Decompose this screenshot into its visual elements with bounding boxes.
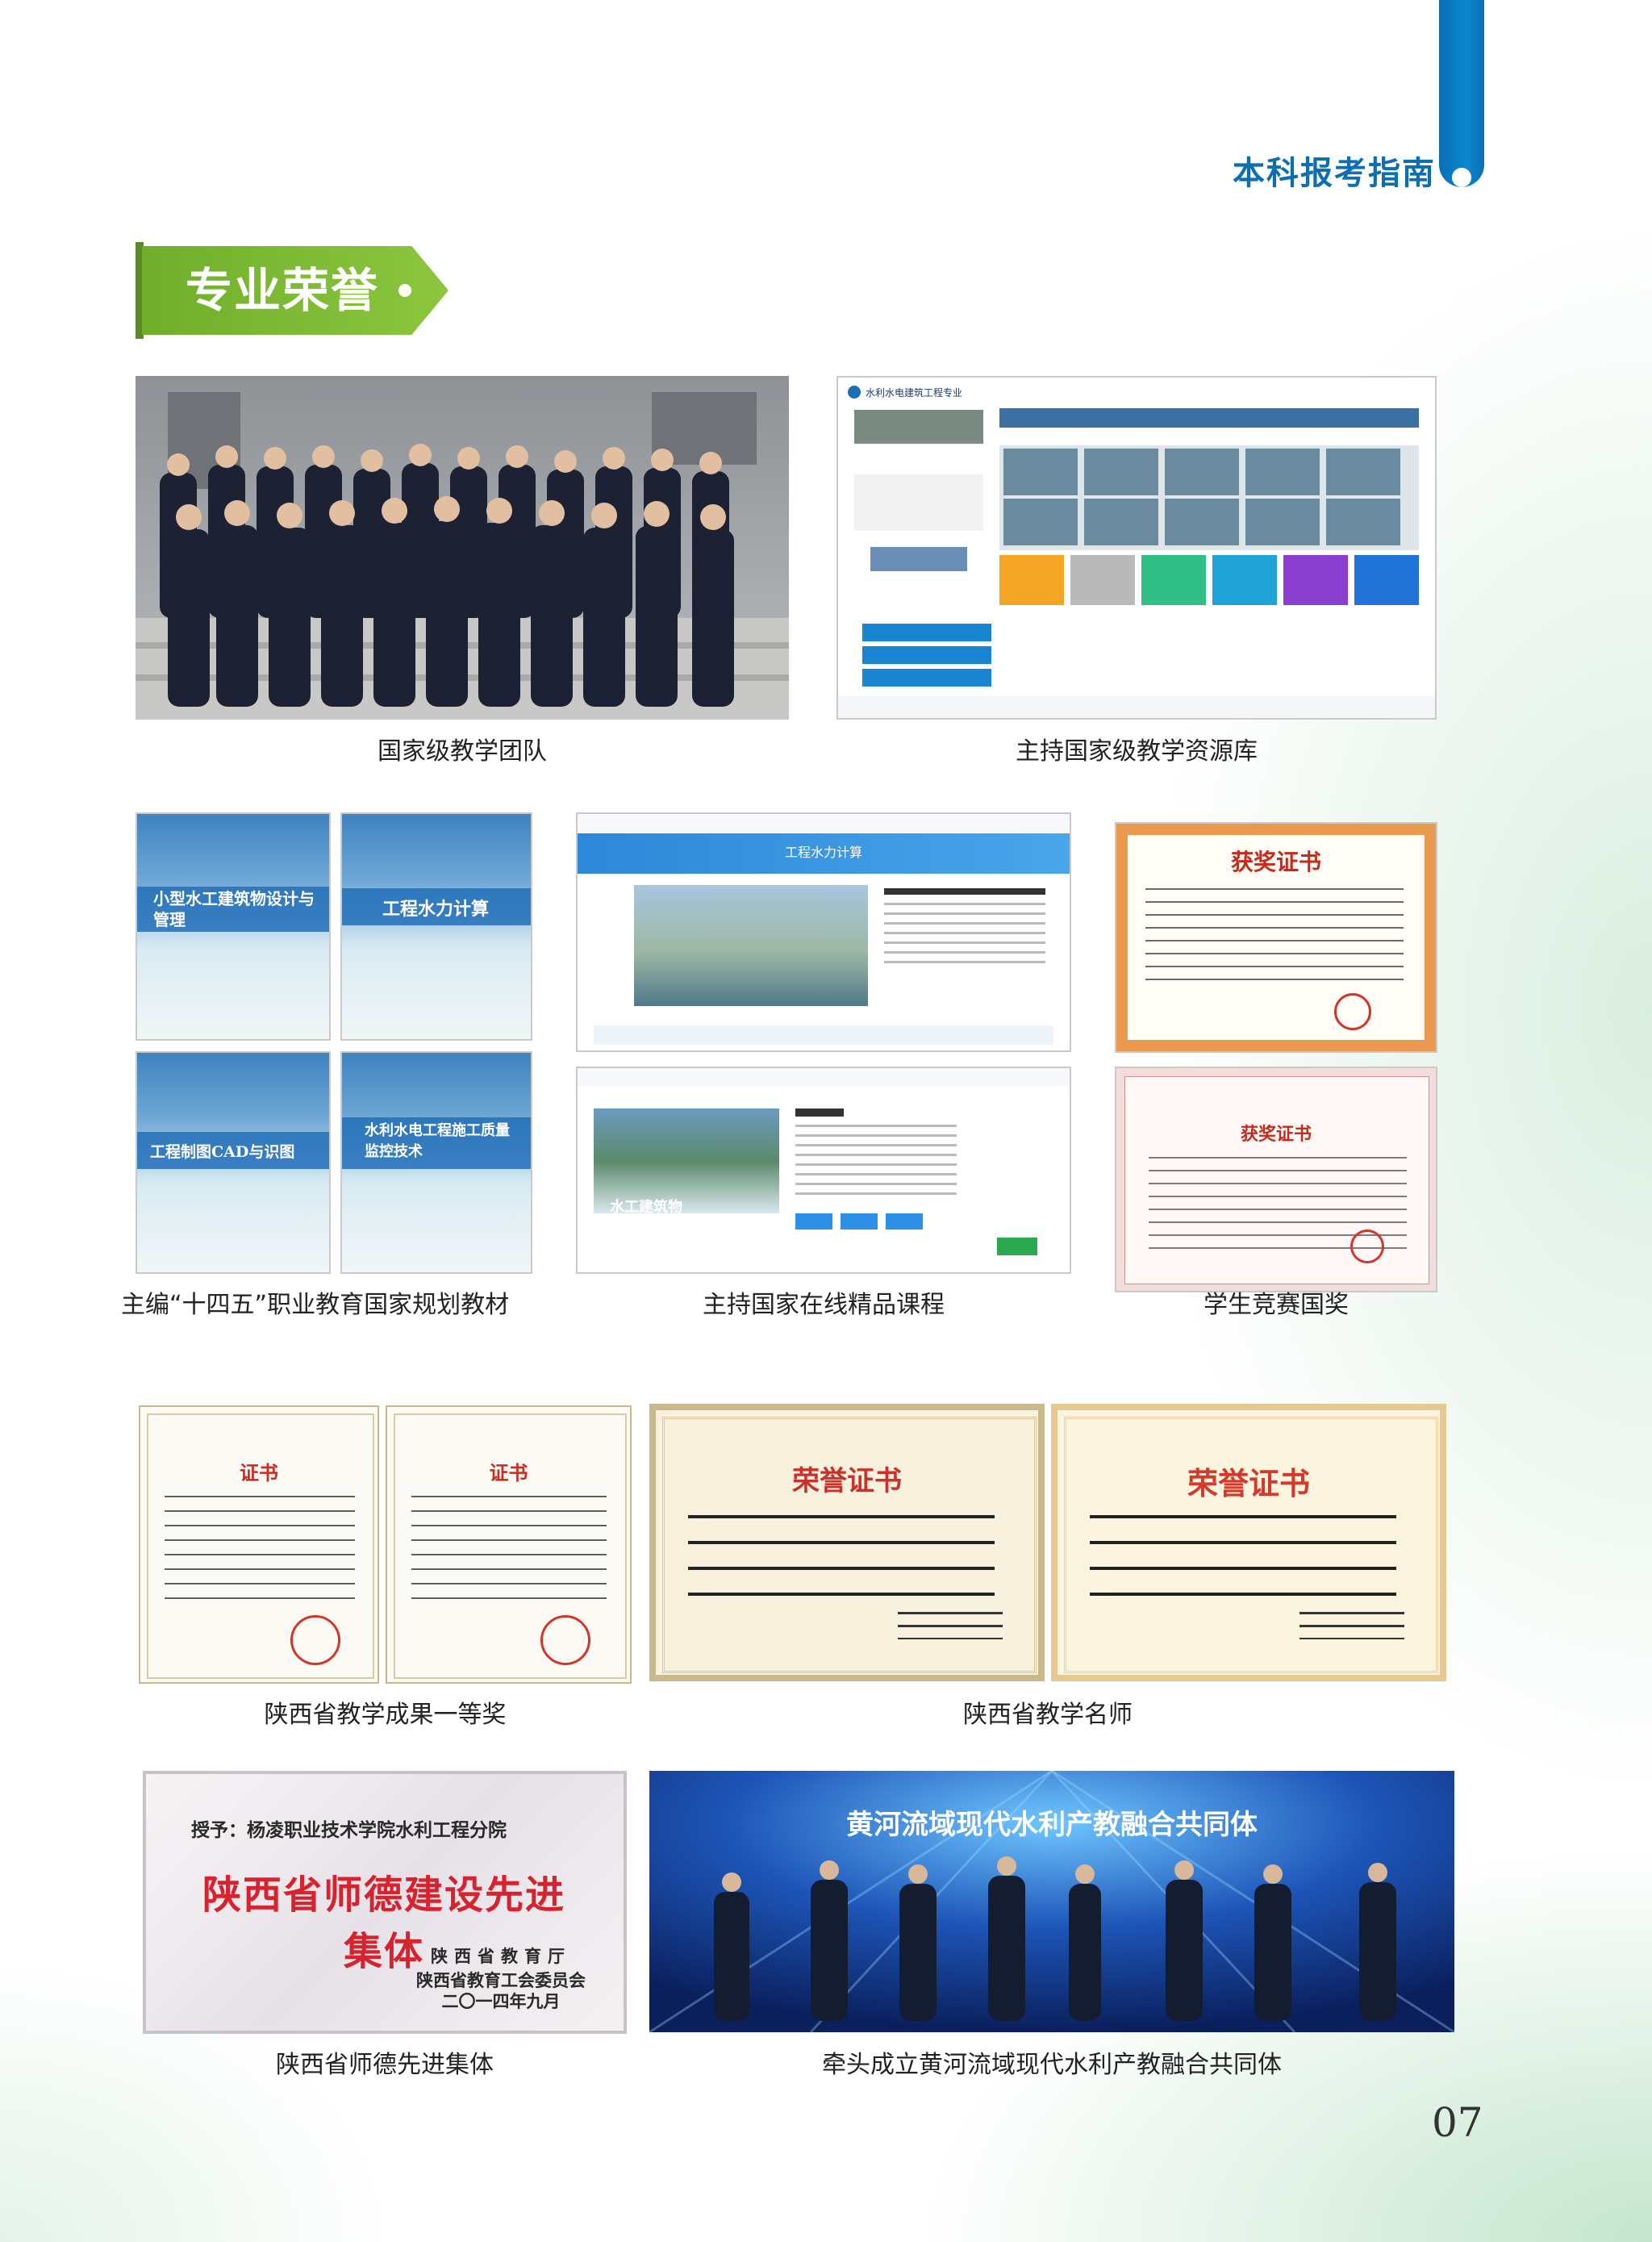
alliance-ceremony-illustration: 黄河流域现代水利产教融合共同体 [649, 1771, 1454, 2032]
textbook-cover-2: 工程水力计算 [340, 812, 532, 1041]
teacher-cert-title-2: 荣誉证书 [1187, 1465, 1310, 1501]
caption-teacher: 陕西省教学名师 [963, 1701, 1133, 1729]
caption-competition: 学生竞赛国奖 [1204, 1291, 1349, 1319]
online-course-screenshot-2: 水工建筑物 [576, 1067, 1071, 1274]
header-accent-bar [1439, 0, 1484, 187]
competition-cert-title-2: 获奖证书 [1240, 1124, 1312, 1145]
achievement-certificate-1: 证书 [139, 1405, 379, 1684]
section-dot-icon [398, 284, 411, 297]
caption-course: 主持国家在线精品课程 [703, 1291, 945, 1319]
resource-site-screenshot: 水利水电建筑工程专业 [836, 376, 1437, 720]
textbook-cover-3: 工程制图CAD与识图 [136, 1051, 331, 1274]
textbook-title-3: 工程制图CAD与识图 [150, 1143, 295, 1161]
caption-alliance: 牵头成立黄河流域现代水利产教融合共同体 [822, 2051, 1282, 2079]
team-photo-illustration [136, 376, 789, 720]
teacher-certificate-1: 荣誉证书 [649, 1404, 1045, 1681]
competition-certificate-1: 获奖证书 [1115, 822, 1437, 1053]
caption-resource: 主持国家级教学资源库 [1016, 737, 1258, 766]
competition-certificate-2: 获奖证书 [1115, 1067, 1437, 1292]
online-course-title-2: 水工建筑物 [610, 1199, 682, 1216]
achievement-cert-title-1: 证书 [240, 1461, 278, 1484]
team-photo [136, 376, 789, 720]
achievement-cert-title-2: 证书 [489, 1461, 528, 1484]
ethics-plaque: 授予：杨凌职业技术学院水利工程分院 陕西省师德建设先进集体 陕西省教育厅 陕西省… [143, 1771, 627, 2034]
resource-site-illustration: 水利水电建筑工程专业 [838, 378, 1435, 718]
caption-team: 国家级教学团队 [378, 737, 547, 766]
header-dot-icon [1452, 168, 1471, 187]
alliance-ceremony-photo: 黄河流域现代水利产教融合共同体 [649, 1771, 1454, 2032]
caption-textbook: 主编“十四五”职业教育国家规划教材 [121, 1291, 510, 1319]
textbook-cover-4: 水利水电工程施工质量监控技术 [340, 1051, 532, 1274]
plaque-org-1: 陕西省教育厅 [431, 1946, 571, 1966]
textbook-title-2: 工程水力计算 [382, 899, 490, 920]
caption-achievement: 陕西省教学成果一等奖 [264, 1701, 507, 1729]
online-course-title-1: 工程水力计算 [784, 845, 862, 860]
header-title: 本科报考指南 [1233, 155, 1436, 192]
plaque-date: 二〇一四年九月 [441, 1991, 561, 2011]
teacher-cert-title-1: 荣誉证书 [792, 1465, 902, 1497]
section-title: 专业荣誉 [186, 263, 380, 318]
stage-banner-text: 黄河流域现代水利产教融合共同体 [846, 1809, 1258, 1841]
teacher-certificate-2: 荣誉证书 [1051, 1404, 1446, 1681]
caption-ethics: 陕西省师德先进集体 [276, 2051, 494, 2079]
plaque-recipient: 授予：杨凌职业技术学院水利工程分院 [191, 1819, 507, 1841]
textbook-title-4: 水利水电工程施工质量监控技术 [365, 1122, 510, 1160]
textbook-covers: 小型水工建筑物设计与管理 工程水力计算 工程制图CAD与识图 水利水电工程施工质… [136, 812, 532, 1274]
textbook-title-1: 小型水工建筑物设计与管理 [153, 889, 315, 929]
page-number: 07 [1432, 2099, 1483, 2146]
resource-site-title: 水利水电建筑工程专业 [866, 386, 962, 399]
achievement-certificate-2: 证书 [386, 1405, 632, 1684]
competition-cert-title-1: 获奖证书 [1230, 849, 1321, 875]
online-course-screenshot-1: 工程水力计算 [576, 812, 1071, 1052]
textbook-cover-1: 小型水工建筑物设计与管理 [136, 812, 331, 1041]
